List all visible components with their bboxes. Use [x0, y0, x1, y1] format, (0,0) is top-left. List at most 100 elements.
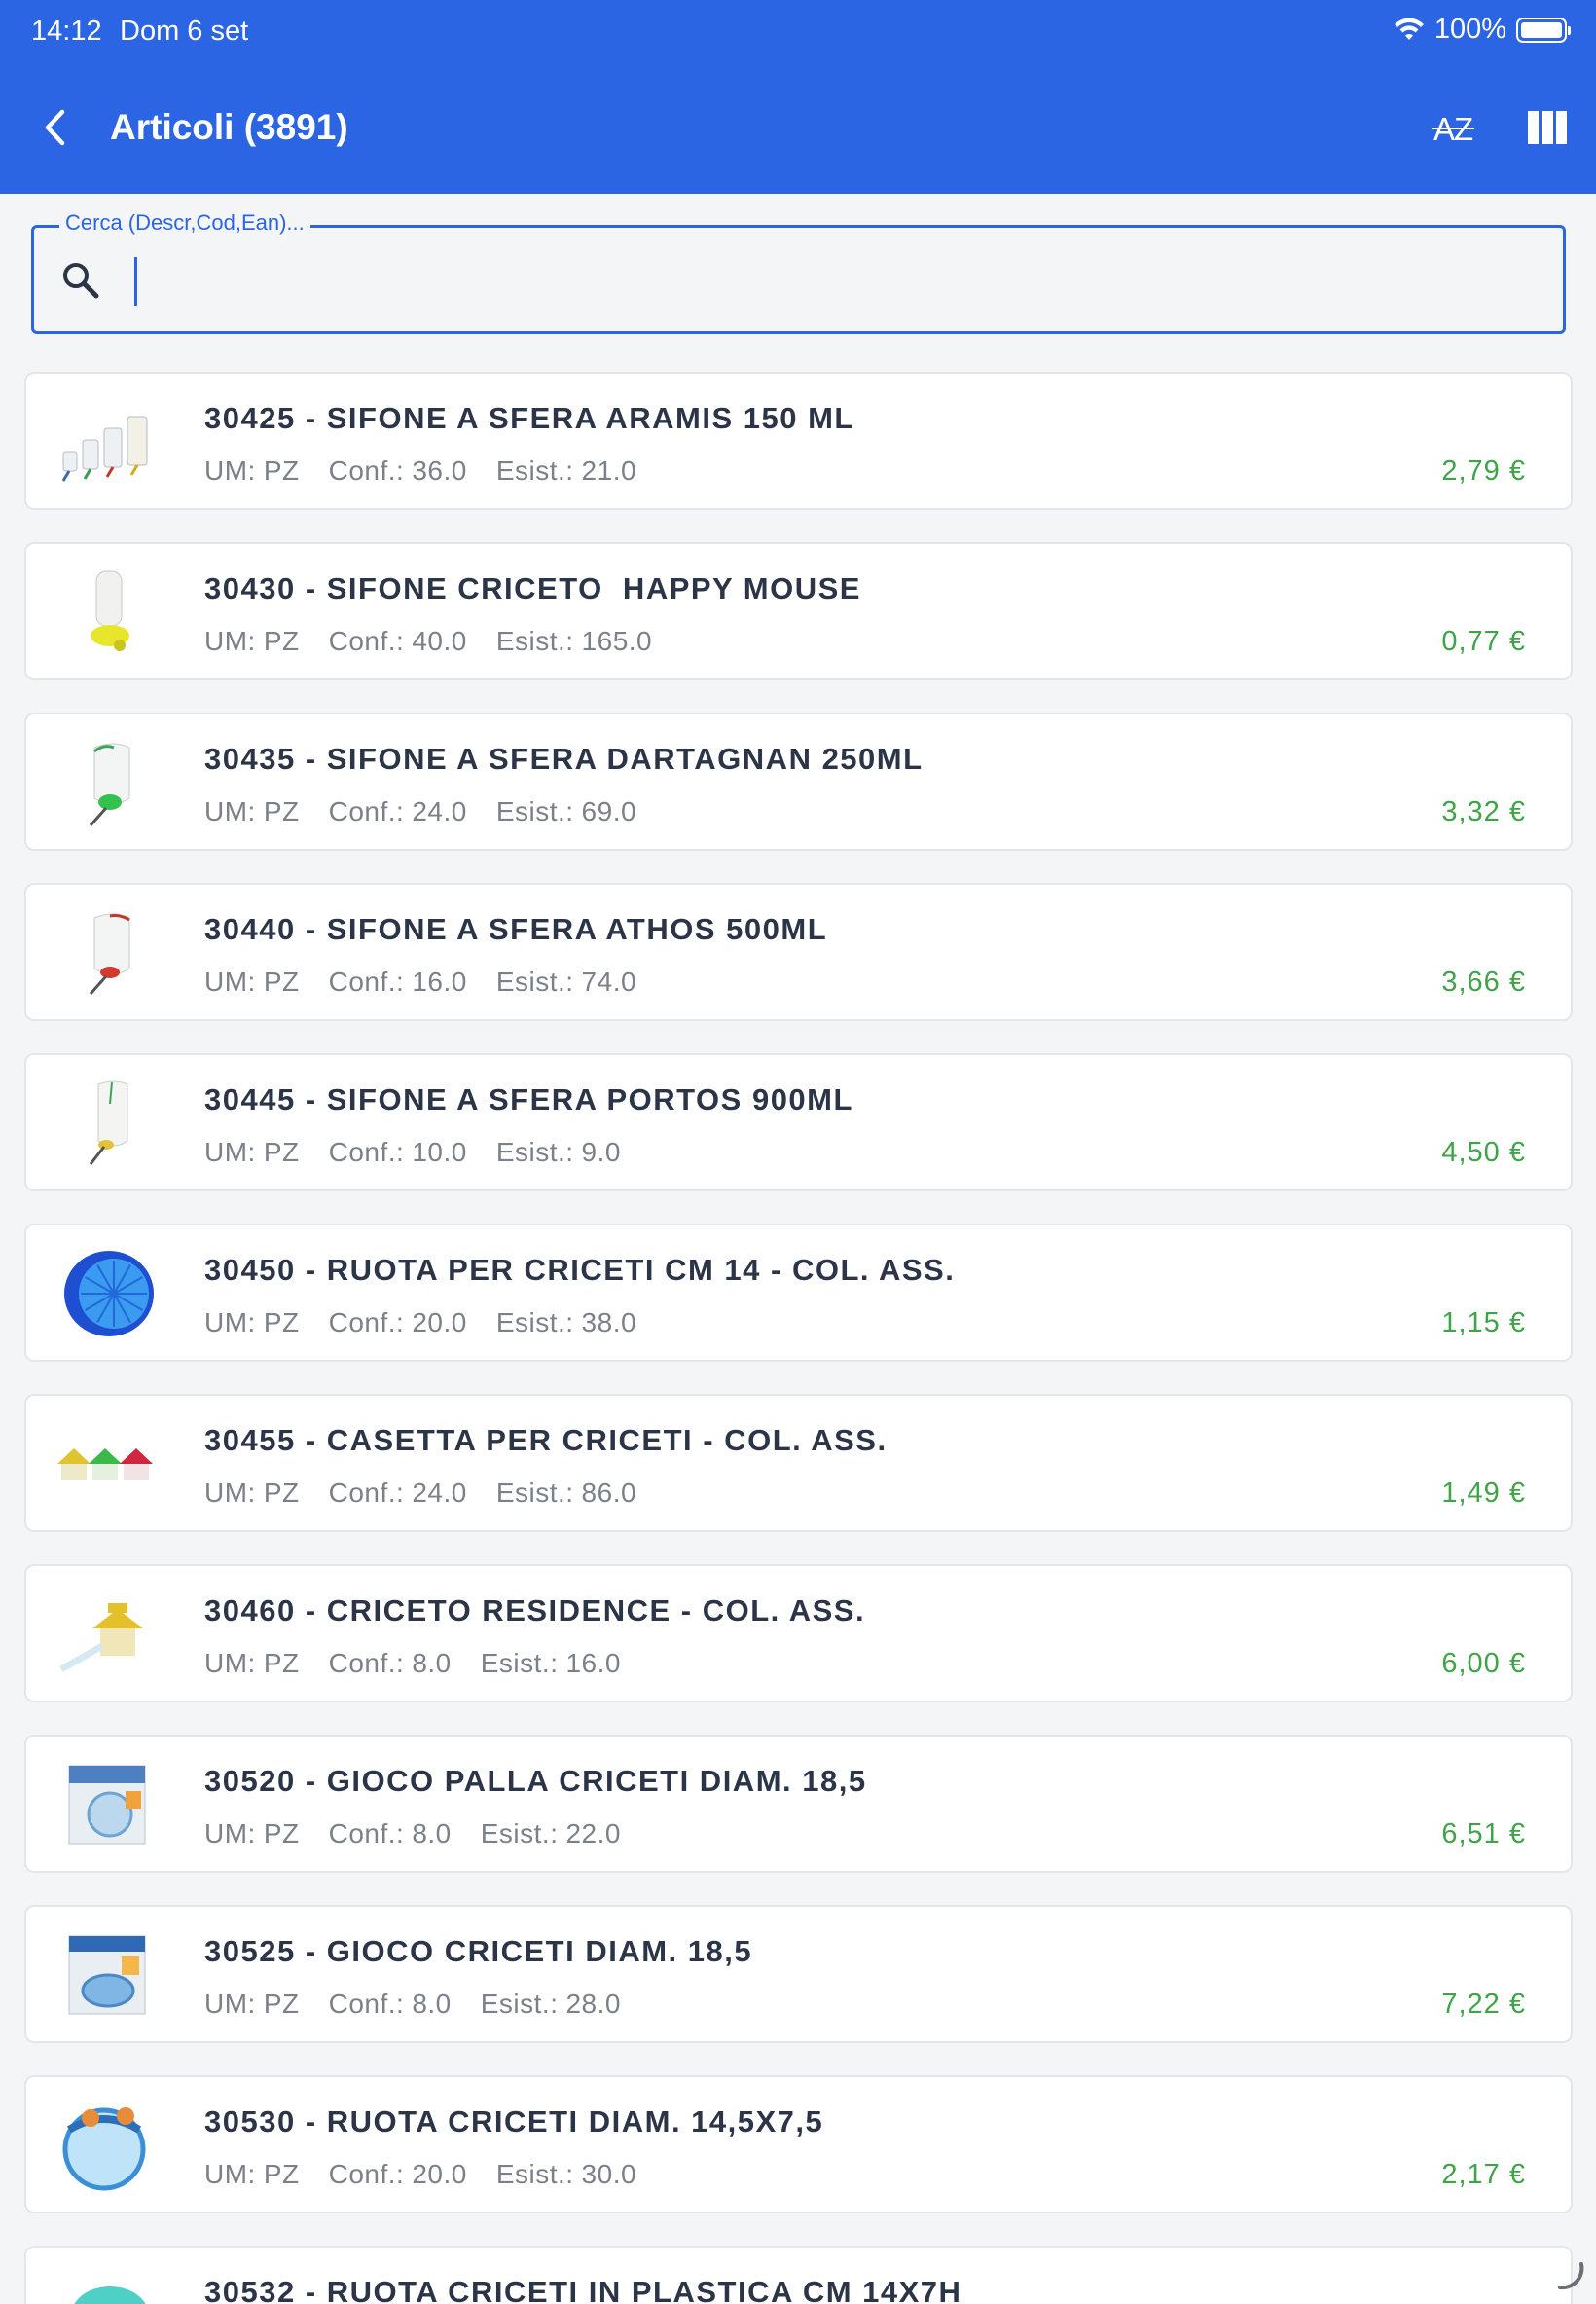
loading-spinner-icon — [1558, 2262, 1584, 2290]
residence-icon — [59, 1603, 143, 1673]
sort-az-button[interactable]: AZ — [1428, 103, 1482, 154]
unit-of-measure-label: UM: — [204, 1307, 256, 1337]
unit-of-measure-value: PZ — [263, 967, 300, 997]
article-price: 7,22 € — [1441, 1989, 1526, 2020]
article-title: 30430 - SIFONE CRICETO HAPPY MOUSE — [204, 571, 861, 605]
stock-quantity-label: Esist.: — [495, 626, 574, 656]
pack-quantity-value: 24.0 — [412, 1478, 467, 1508]
article-card[interactable]: 30440 - SIFONE A SFERA ATHOS 500ML UM: PZ C… — [24, 883, 1573, 1021]
game-box-icon — [68, 1935, 146, 2015]
unit-of-measure-value: PZ — [263, 2159, 300, 2189]
unit-of-measure-label: UM: — [204, 456, 256, 486]
article-title: 30532 - RUOTA CRICETI IN PLASTICA CM 14X… — [204, 2275, 962, 2304]
stock-quantity: Esist.: 38.0 — [496, 1307, 636, 1337]
article-card[interactable]: 30430 - SIFONE CRICETO HAPPY MOUSE UM: PZ C… — [24, 542, 1573, 680]
column-icon-part — [1555, 111, 1567, 144]
top-bar: 14:12 Dom 6 set 100% Articoli (3891) AZ — [0, 0, 1596, 194]
article-title: 30450 - RUOTA PER CRICETI CM 14 - COL. A… — [204, 1253, 956, 1287]
pack-quantity-value: 8.0 — [412, 1989, 452, 2019]
article-card[interactable]: 30435 - SIFONE A SFERA DARTAGNAN 250ML UM… — [24, 713, 1573, 851]
article-card[interactable]: 30520 - GIOCO PALLA CRICETI DIAM. 18,5 UM… — [24, 1735, 1573, 1873]
battery-icon — [1516, 17, 1571, 43]
article-price: 6,00 € — [1441, 1648, 1526, 1679]
sort-az-icon: AZ — [1433, 111, 1473, 147]
stock-quantity: Esist.: 9.0 — [496, 1137, 621, 1167]
article-price: 2,79 € — [1441, 456, 1526, 487]
pack-quantity: Conf.: 36.0 — [329, 456, 467, 486]
blue-wheel-icon — [64, 1251, 154, 1336]
pack-quantity: Conf.: 40.0 — [329, 626, 467, 656]
column-icon-part — [1528, 111, 1540, 144]
article-price: 3,32 € — [1441, 796, 1526, 827]
unit-of-measure-value: PZ — [263, 1818, 300, 1848]
stock-quantity: Esist.: 16.0 — [481, 1648, 621, 1678]
pack-quantity-label: Conf.: — [328, 1137, 405, 1167]
article-meta: UM: PZ Conf.: 24.0 Esist.: 86.0 — [204, 1478, 666, 1509]
article-price: 1,49 € — [1441, 1478, 1526, 1509]
status-time: 14:12 — [31, 16, 102, 47]
pack-quantity: Conf.: 24.0 — [329, 796, 467, 826]
stock-quantity: Esist.: 69.0 — [496, 796, 636, 826]
article-title: 30445 - SIFONE A SFERA PORTOS 900ML — [204, 1082, 853, 1116]
green-bottle-icon — [89, 743, 130, 826]
article-meta: UM: PZ Conf.: 24.0 Esist.: 69.0 — [204, 796, 666, 827]
article-meta: UM: PZ Conf.: 8.0 Esist.: 28.0 — [204, 1989, 650, 2020]
stock-quantity-label: Esist.: — [480, 1989, 559, 2019]
column-icon-part — [1542, 111, 1553, 144]
search-field[interactable]: Cerca (Descr,Cod,Ean)... — [31, 210, 1566, 334]
unit-of-measure-value: PZ — [263, 1137, 300, 1167]
stock-quantity: Esist.: 74.0 — [496, 967, 636, 997]
article-card[interactable]: 30532 - RUOTA CRICETI IN PLASTICA CM 14X… — [24, 2246, 1573, 2304]
stock-quantity-value: 74.0 — [581, 967, 637, 997]
pack-quantity: Conf.: 16.0 — [329, 967, 467, 997]
pack-quantity-label: Conf.: — [328, 1818, 405, 1848]
stock-quantity: Esist.: 28.0 — [481, 1989, 621, 2019]
pack-quantity: Conf.: 20.0 — [329, 1307, 467, 1337]
unit-of-measure-label: UM: — [204, 967, 256, 997]
wifi-icon — [1394, 18, 1424, 40]
stock-quantity-value: 86.0 — [581, 1478, 637, 1508]
article-card[interactable]: 30445 - SIFONE A SFERA PORTOS 900ML UM: PZ… — [24, 1053, 1573, 1191]
sort-bar — [1432, 128, 1474, 129]
search-input[interactable] — [131, 257, 1533, 306]
stock-quantity-value: 21.0 — [581, 456, 637, 486]
article-card[interactable]: 30525 - GIOCO CRICETI DIAM. 18,5 UM: PZ Con… — [24, 1905, 1573, 2043]
article-card[interactable]: 30455 - CASETTA PER CRICETI - COL. ASS. U… — [24, 1394, 1573, 1532]
unit-of-measure-value: PZ — [263, 626, 300, 656]
stock-quantity-value: 38.0 — [581, 1307, 637, 1337]
twistering-wheel-icon — [62, 2107, 146, 2191]
columns-view-button[interactable] — [1528, 111, 1567, 144]
unit-of-measure-label: UM: — [204, 1478, 256, 1508]
article-meta: UM: PZ Conf.: 8.0 Esist.: 16.0 — [204, 1648, 650, 1679]
pack-quantity-label: Conf.: — [328, 2159, 405, 2189]
unit-of-measure: UM: PZ — [204, 796, 300, 826]
pack-quantity-value: 36.0 — [412, 456, 467, 486]
search-label: Cerca (Descr,Cod,Ean)... — [59, 210, 310, 236]
status-indicators: 100% — [1394, 14, 1571, 46]
article-price: 6,51 € — [1441, 1818, 1526, 1849]
pack-quantity-value: 20.0 — [412, 1307, 467, 1337]
article-card[interactable]: 30425 - SIFONE A SFERA ARAMIS 150 ML UM: P… — [24, 372, 1573, 510]
pack-quantity-label: Conf.: — [328, 1989, 405, 2019]
pack-quantity-label: Conf.: — [328, 1478, 405, 1508]
article-card[interactable]: 30450 - RUOTA PER CRICETI CM 14 - COL. A… — [24, 1224, 1573, 1362]
article-meta: UM: PZ Conf.: 20.0 Esist.: 30.0 — [204, 2159, 666, 2190]
stock-quantity-label: Esist.: — [495, 2159, 574, 2189]
back-button[interactable] — [35, 103, 74, 152]
article-card[interactable]: 30460 - CRICETO RESIDENCE - COL. ASS. UM:… — [24, 1564, 1573, 1702]
status-date: Dom 6 set — [120, 16, 249, 47]
pack-quantity-value: 24.0 — [412, 796, 467, 826]
bottles-set-icon — [61, 416, 148, 482]
pack-quantity: Conf.: 10.0 — [329, 1137, 467, 1167]
chevron-left-icon — [45, 109, 65, 146]
unit-of-measure: UM: PZ — [204, 967, 300, 997]
unit-of-measure: UM: PZ — [204, 456, 300, 486]
unit-of-measure: UM: PZ — [204, 1137, 300, 1167]
stock-quantity-label: Esist.: — [480, 1648, 559, 1678]
stock-quantity-label: Esist.: — [495, 1307, 574, 1337]
stock-quantity-label: Esist.: — [495, 796, 574, 826]
yellow-bottle-icon — [91, 570, 129, 651]
article-card[interactable]: 30530 - RUOTA CRICETI DIAM. 14,5X7,5 UM: P… — [24, 2075, 1573, 2213]
stock-quantity-value: 30.0 — [581, 2159, 637, 2189]
page-title: Articoli (3891) — [110, 107, 348, 147]
